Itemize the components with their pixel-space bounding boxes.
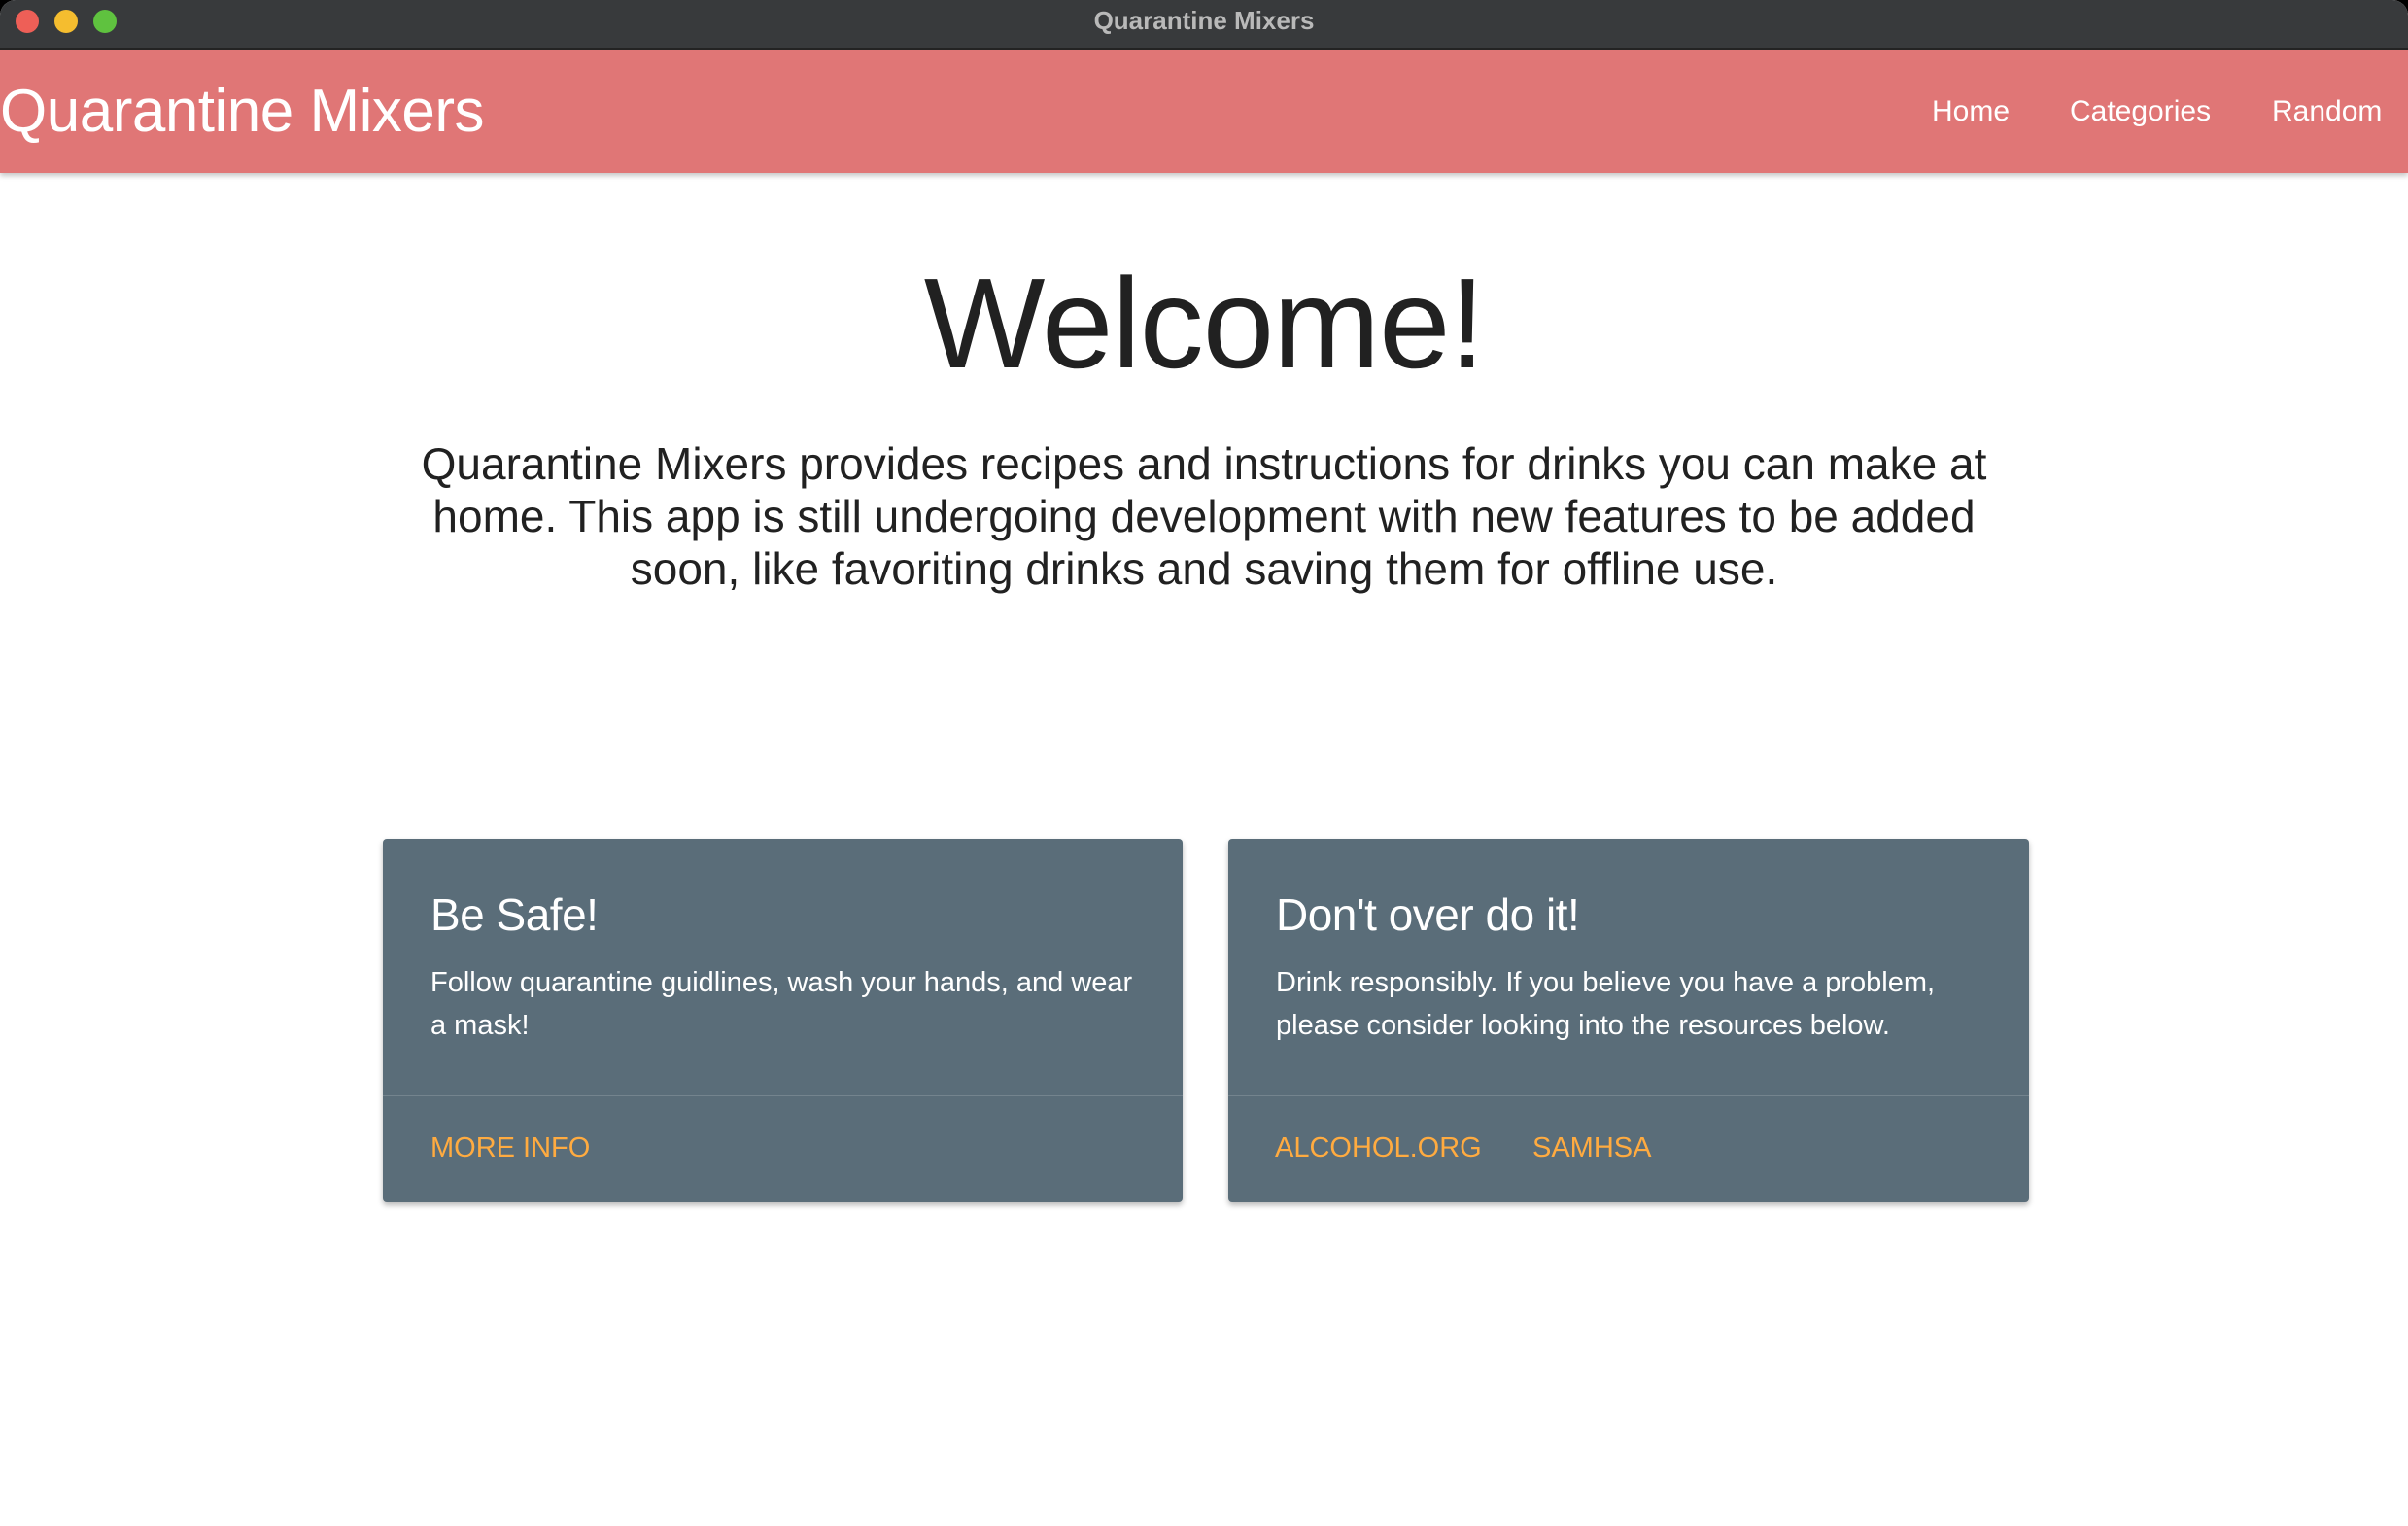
- window-titlebar: Quarantine Mixers: [0, 0, 2408, 50]
- more-info-link[interactable]: MORE INFO: [430, 1128, 590, 1167]
- window-title: Quarantine Mixers: [1093, 6, 1315, 35]
- card-title: Be Safe!: [430, 889, 599, 940]
- nav-link-home[interactable]: Home: [1932, 50, 2010, 173]
- top-navbar: Quarantine Mixers Home Categories Random: [0, 50, 2408, 173]
- samhsa-link[interactable]: SAMHSA: [1532, 1128, 1651, 1167]
- brand-logo-link[interactable]: Quarantine Mixers: [0, 50, 485, 173]
- card-divider: [1228, 1095, 2029, 1096]
- be-safe-card: Be Safe! Follow quarantine guidlines, wa…: [383, 839, 1183, 1202]
- alcohol-org-link[interactable]: ALCOHOL.ORG: [1275, 1128, 1482, 1167]
- nav-link-random[interactable]: Random: [2272, 50, 2382, 173]
- card-divider: [383, 1095, 1183, 1096]
- card-title: Don't over do it!: [1276, 889, 1580, 940]
- welcome-heading: Welcome!: [923, 252, 1485, 395]
- card-text: Drink responsibly. If you believe you ha…: [1276, 967, 1936, 1041]
- intro-paragraph: Quarantine Mixers provides recipes and i…: [421, 438, 1987, 594]
- card-text: Follow quarantine guidlines, wash your h…: [430, 967, 1133, 1041]
- nav-link-categories[interactable]: Categories: [2070, 50, 2211, 173]
- dont-over-do-it-card: Don't over do it! Drink responsibly. If …: [1228, 839, 2029, 1202]
- app-window: Quarantine Mixers Quarantine Mixers Home…: [0, 0, 2408, 1526]
